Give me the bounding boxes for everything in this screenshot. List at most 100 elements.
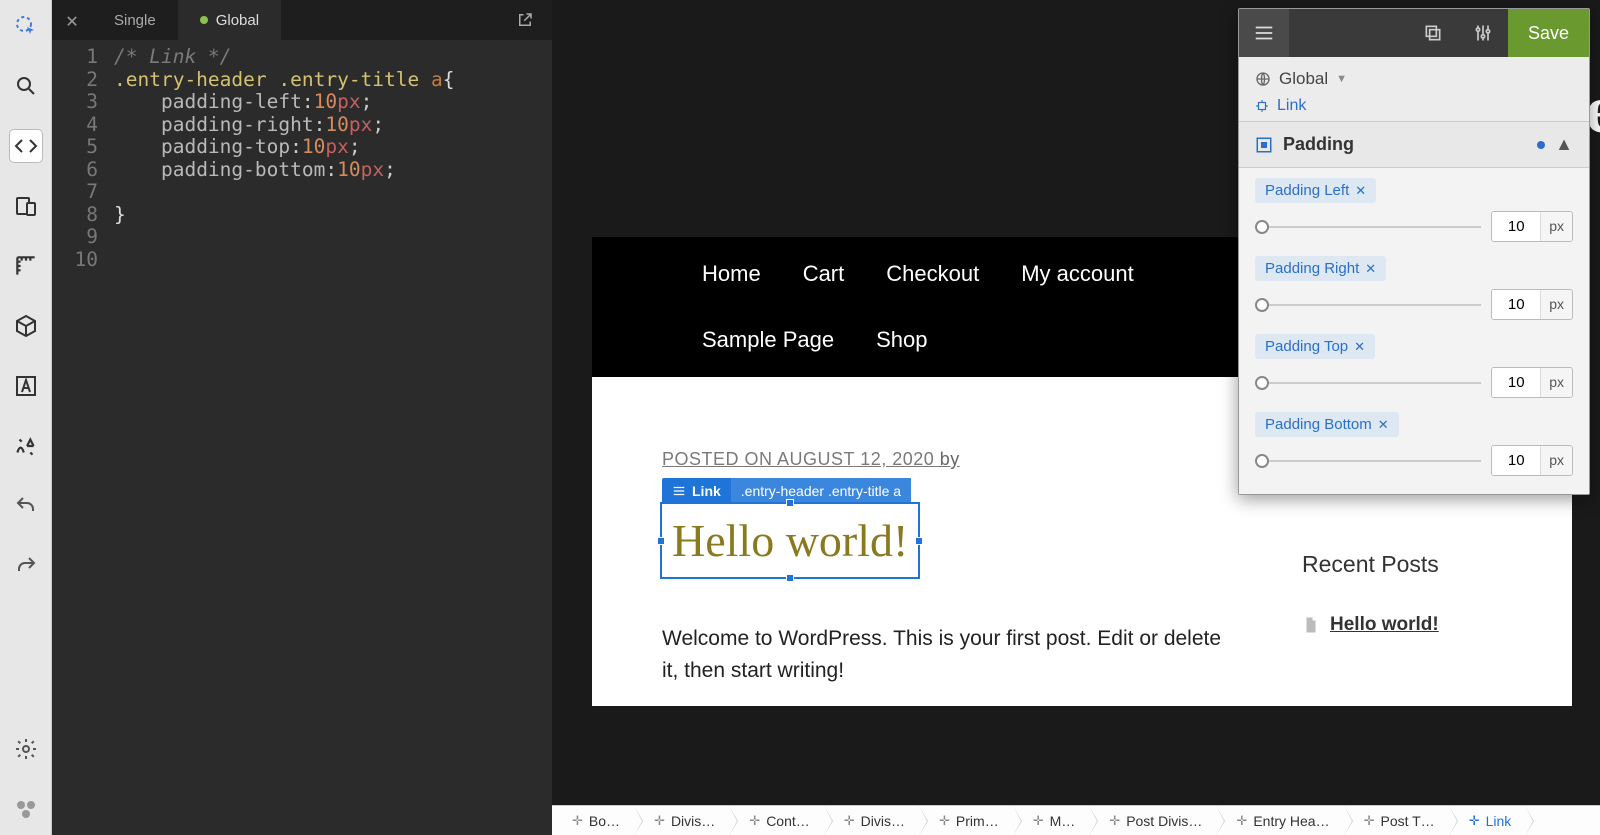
code-tab-global[interactable]: Global [178, 0, 281, 40]
prop-padding-left: Padding Left✕ px [1255, 178, 1573, 242]
tab-label: Global [216, 12, 259, 29]
resize-handle-bottom[interactable] [786, 574, 794, 582]
value-input[interactable] [1492, 212, 1540, 241]
breadcrumb-bar: ✛Bo… ✛Divis… ✛Cont… ✛Divis… ✛Prim… ✛M… ✛… [552, 805, 1600, 835]
element-breadcrumb[interactable]: Link [1255, 97, 1573, 115]
selection-path: .entry-header .entry-title a [731, 478, 911, 504]
slider[interactable] [1255, 382, 1481, 384]
slider-thumb[interactable] [1255, 220, 1269, 234]
scope-selector[interactable]: Global ▼ [1255, 69, 1573, 89]
target-icon: ✛ [1364, 813, 1375, 829]
post-meta[interactable]: POSTED ON AUGUST 12, 2020 by [662, 449, 1242, 470]
slider[interactable] [1255, 460, 1481, 462]
remove-prop-icon[interactable]: ✕ [1365, 261, 1376, 277]
settings-tool-icon[interactable] [10, 733, 42, 765]
code-tab-single[interactable]: Single [92, 0, 178, 40]
target-icon [1255, 99, 1269, 113]
value-input[interactable] [1492, 368, 1540, 397]
ruler-tool-icon[interactable] [10, 250, 42, 282]
preview-area: WooCommerce Just another WordPress site … [552, 0, 1600, 835]
crumb-item[interactable]: ✛M… [1013, 806, 1090, 835]
slider[interactable] [1255, 226, 1481, 228]
code-tool-icon[interactable] [10, 130, 42, 162]
active-dot-icon [1537, 141, 1545, 149]
crumb-item[interactable]: ✛Divis… [824, 806, 919, 835]
search-tool-icon[interactable] [10, 70, 42, 102]
unit-label[interactable]: px [1540, 368, 1572, 397]
resize-handle-right[interactable] [915, 537, 923, 545]
code-editor[interactable]: 1 2 3 4 5 6 7 8 9 10 /* Link */ .entry-h… [52, 40, 552, 835]
prop-tag[interactable]: Padding Bottom✕ [1255, 412, 1399, 437]
sliders-icon[interactable] [1458, 9, 1508, 57]
prop-tag[interactable]: Padding Right✕ [1255, 256, 1386, 281]
inspector-scope: Global ▼ Link [1239, 57, 1589, 122]
copy-icon[interactable] [1408, 9, 1458, 57]
globe-icon [1255, 71, 1271, 87]
selector-tool-icon[interactable] [10, 10, 42, 42]
target-icon: ✛ [1236, 813, 1247, 829]
resize-handle-top[interactable] [786, 499, 794, 507]
value-input[interactable] [1492, 446, 1540, 475]
nav-item-home[interactable]: Home [702, 261, 761, 287]
animation-tool-icon[interactable] [10, 430, 42, 462]
close-panel-icon[interactable]: ✕ [52, 8, 92, 32]
prop-tag[interactable]: Padding Top✕ [1255, 334, 1375, 359]
target-icon: ✛ [572, 813, 583, 829]
crumb-item[interactable]: ✛Prim… [919, 806, 1013, 835]
font-tool-icon[interactable] [10, 370, 42, 402]
slider-thumb[interactable] [1255, 298, 1269, 312]
code-content[interactable]: /* Link */ .entry-header .entry-title a{… [110, 46, 552, 835]
target-icon: ✛ [844, 813, 855, 829]
crumb-item-active[interactable]: ✛Link [1449, 806, 1526, 835]
file-icon [1302, 616, 1320, 634]
preview-body[interactable]: WooCommerce Just another WordPress site … [552, 0, 1600, 835]
devices-tool-icon[interactable] [10, 190, 42, 222]
crumb-item[interactable]: ✛Entry Hea… [1216, 806, 1343, 835]
slider-thumb[interactable] [1255, 454, 1269, 468]
modified-dot-icon [200, 16, 208, 24]
line-gutter: 1 2 3 4 5 6 7 8 9 10 [52, 46, 110, 835]
unit-label[interactable]: px [1540, 446, 1572, 475]
inspector-section-header[interactable]: Padding ▲ [1239, 122, 1589, 168]
nav-item-checkout[interactable]: Checkout [886, 261, 979, 287]
nav-item-cart[interactable]: Cart [803, 261, 845, 287]
slider-thumb[interactable] [1255, 376, 1269, 390]
nav-item-account[interactable]: My account [1021, 261, 1134, 287]
remove-prop-icon[interactable]: ✕ [1355, 183, 1366, 199]
prop-padding-right: Padding Right✕ px [1255, 256, 1573, 320]
recent-post-item[interactable]: Hello world! [1302, 614, 1502, 636]
collapse-icon[interactable]: ▲ [1555, 134, 1573, 155]
target-icon: ✛ [749, 813, 760, 829]
prop-tag[interactable]: Padding Left✕ [1255, 178, 1376, 203]
post-body: Welcome to WordPress. This is your first… [662, 623, 1242, 686]
redo-icon[interactable] [10, 550, 42, 582]
inspector-panel: Save Global ▼ Link Pad [1238, 8, 1590, 495]
caret-down-icon: ▼ [1336, 73, 1347, 85]
save-button[interactable]: Save [1508, 9, 1589, 57]
nav-item-shop[interactable]: Shop [876, 327, 927, 353]
crumb-item[interactable]: ✛Post T… [1344, 806, 1449, 835]
left-tool-rail [0, 0, 52, 835]
nav-item-sample[interactable]: Sample Page [702, 327, 834, 353]
inspector-properties: Padding Left✕ px Padding Right✕ px [1239, 168, 1589, 494]
popout-icon[interactable] [506, 11, 544, 29]
unit-label[interactable]: px [1540, 290, 1572, 319]
unit-label[interactable]: px [1540, 212, 1572, 241]
slider[interactable] [1255, 304, 1481, 306]
value-input[interactable] [1492, 290, 1540, 319]
resize-handle-left[interactable] [657, 537, 665, 545]
modules-tool-icon[interactable] [10, 793, 42, 825]
remove-prop-icon[interactable]: ✕ [1354, 339, 1365, 355]
crumb-item[interactable]: ✛Post Divis… [1089, 806, 1216, 835]
main-column: POSTED ON AUGUST 12, 2020 by comment Lin… [662, 449, 1242, 686]
padding-icon [1255, 136, 1273, 154]
inspector-menu-icon[interactable] [1239, 9, 1289, 57]
crumb-item[interactable]: ✛Cont… [729, 806, 823, 835]
box-tool-icon[interactable] [10, 310, 42, 342]
crumb-item[interactable]: ✛Bo… [552, 806, 634, 835]
undo-icon[interactable] [10, 490, 42, 522]
crumb-item[interactable]: ✛Divis… [634, 806, 729, 835]
target-icon: ✛ [1033, 813, 1044, 829]
selection-label: Link [692, 483, 721, 499]
remove-prop-icon[interactable]: ✕ [1378, 417, 1389, 433]
